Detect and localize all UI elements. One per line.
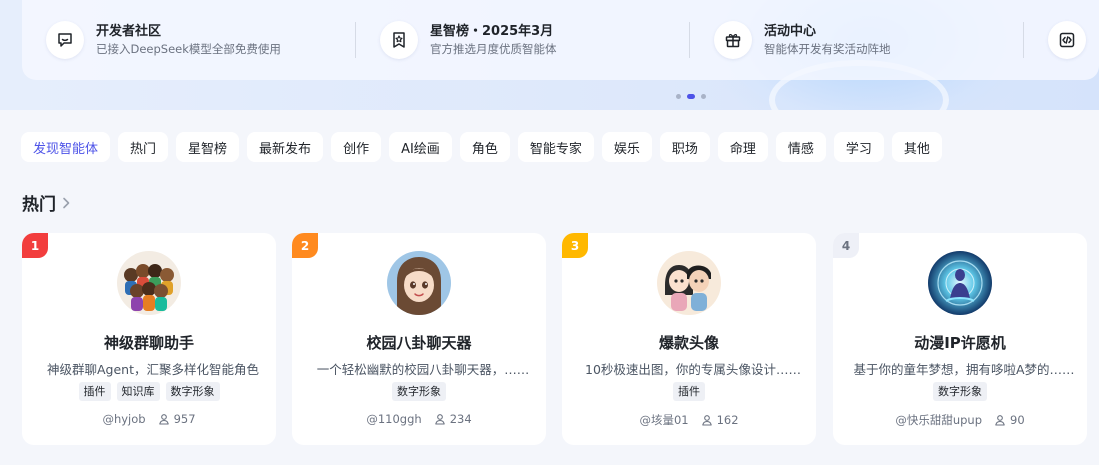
chevron-right-icon (63, 197, 70, 208)
card-tags: 数字形象 (833, 382, 1087, 401)
tab-ai-painting[interactable]: AI绘画 (389, 132, 452, 162)
banner-subtitle: 官方推选月度优质智能体 (430, 41, 557, 56)
tab-creation[interactable]: 创作 (331, 132, 382, 162)
card-name: 神级群聊助手 (103, 334, 194, 352)
card-description: 一个轻松幽默的校园八卦聊天器，…… (316, 362, 530, 377)
tab-star-ranking[interactable]: 星智榜 (176, 132, 240, 162)
user-icon (995, 415, 1005, 426)
card-author[interactable]: @hyjob (102, 412, 145, 426)
avatar (117, 251, 181, 315)
agent-card[interactable]: 2 校园八卦聊天器 一个轻松幽默的校园八卦聊天器，…… 数字形象 @110ggh… (292, 233, 546, 445)
card-tags: 插件 知识库 数字形象 (22, 382, 276, 401)
avatar (387, 251, 451, 315)
tag: 数字形象 (933, 382, 987, 401)
tag: 知识库 (116, 382, 160, 401)
agent-card[interactable]: 4 动漫IP许愿机 基于你的童年梦想，拥有哆啦A梦的…… 数字形象 @快乐甜甜u… (833, 233, 1087, 445)
card-tags: 数字形象 (292, 382, 546, 401)
chat-bubble-icon (46, 21, 84, 59)
card-name: 校园八卦聊天器 (366, 334, 472, 352)
rank-badge: 4 (833, 233, 859, 258)
user-icon (434, 414, 445, 425)
card-meta: @垓量01 162 (562, 412, 816, 428)
gift-icon (714, 21, 752, 59)
tab-fortune[interactable]: 命理 (717, 132, 768, 162)
card-meta: @hyjob 957 (22, 412, 276, 426)
tag: 插件 (673, 382, 705, 401)
banner-title: 活动中心 (764, 23, 817, 39)
carousel-indicator (676, 94, 706, 99)
card-description: 10秒极速出图，你的专属头像设计…… (585, 362, 801, 377)
banner-divider (1023, 22, 1024, 58)
rank-badge: 1 (22, 233, 48, 258)
tab-emotion[interactable]: 情感 (775, 132, 826, 162)
card-description: 神级群聊Agent，汇聚多样化智能角色 (46, 362, 259, 377)
user-count-value: 234 (449, 412, 472, 426)
banner-item-activity-center[interactable]: 活动中心 智能体开发有奖活动阵地 (714, 0, 891, 80)
carousel-dot-active[interactable] (687, 94, 695, 99)
tab-character[interactable]: 角色 (459, 132, 510, 162)
rank-badge: 2 (292, 233, 318, 258)
banner-title: 星智榜・2025年3月 (430, 23, 554, 39)
tab-other[interactable]: 其他 (891, 132, 942, 162)
banner-divider (689, 22, 690, 58)
banner-divider (355, 22, 356, 58)
section-title-text: 热门 (22, 195, 56, 215)
user-count-value: 162 (716, 413, 739, 427)
tab-latest[interactable]: 最新发布 (247, 132, 324, 162)
tab-hot[interactable]: 热门 (118, 132, 169, 162)
tag: 数字形象 (165, 382, 220, 401)
category-tabs: 发现智能体 热门 星智榜 最新发布 创作 AI绘画 角色 智能专家 娱乐 职场 … (21, 132, 942, 162)
tag: 数字形象 (392, 382, 446, 401)
user-count: 234 (434, 412, 472, 426)
user-count: 90 (994, 413, 1025, 427)
card-description: 基于你的童年梦想，拥有哆啦A梦的…… (853, 362, 1075, 377)
card-meta: @快乐甜甜upup 90 (833, 412, 1087, 428)
card-name: 动漫IP许愿机 (914, 334, 1006, 352)
banner-item-star-ranking[interactable]: 星智榜・2025年3月 官方推选月度优质智能体 (380, 0, 557, 80)
tab-discover[interactable]: 发现智能体 (21, 132, 111, 162)
card-name: 爆款头像 (658, 334, 719, 352)
banner-item-developer-tools[interactable] (1048, 0, 1086, 80)
avatar (657, 251, 721, 315)
user-count: 957 (158, 412, 196, 426)
card-author[interactable]: @110ggh (366, 412, 421, 426)
user-count: 162 (701, 413, 739, 427)
user-count-value: 957 (173, 412, 196, 426)
card-author[interactable]: @快乐甜甜upup (895, 412, 982, 428)
banner-title: 开发者社区 (96, 23, 162, 39)
section-title-hot[interactable]: 热门 (22, 190, 72, 215)
code-icon (1048, 21, 1086, 59)
tab-entertainment[interactable]: 娱乐 (601, 132, 652, 162)
tab-workplace[interactable]: 职场 (659, 132, 710, 162)
banner-panel: 开发者社区 已接入DeepSeek模型全部免费使用 星智榜・2025年3月 官方… (22, 0, 1099, 80)
card-author[interactable]: @垓量01 (639, 412, 688, 428)
banner-subtitle: 智能体开发有奖活动阵地 (764, 41, 891, 56)
tab-expert[interactable]: 智能专家 (517, 132, 594, 162)
carousel-dot[interactable] (676, 94, 681, 99)
banner-subtitle: 已接入DeepSeek模型全部免费使用 (96, 41, 281, 56)
agent-card[interactable]: 1 神级群聊助手 神级群聊Agent，汇聚多样化智能角色 插件 知识库 数字形象… (22, 233, 276, 445)
card-meta: @110ggh 234 (292, 412, 546, 426)
user-icon (701, 415, 712, 426)
user-count-value: 90 (1010, 413, 1025, 427)
avatar (928, 251, 992, 315)
banner-item-developer-community[interactable]: 开发者社区 已接入DeepSeek模型全部免费使用 (46, 0, 281, 80)
tab-study[interactable]: 学习 (833, 132, 884, 162)
user-icon (158, 414, 169, 425)
ribbon-award-icon (380, 21, 418, 59)
agent-card[interactable]: 3 爆款头像 10秒极速出图，你的专属头像设计…… 插件 @垓量01 162 (562, 233, 816, 445)
carousel-dot[interactable] (701, 94, 706, 99)
card-tags: 插件 (562, 382, 816, 401)
rank-badge: 3 (562, 233, 588, 258)
tag: 插件 (78, 382, 111, 401)
